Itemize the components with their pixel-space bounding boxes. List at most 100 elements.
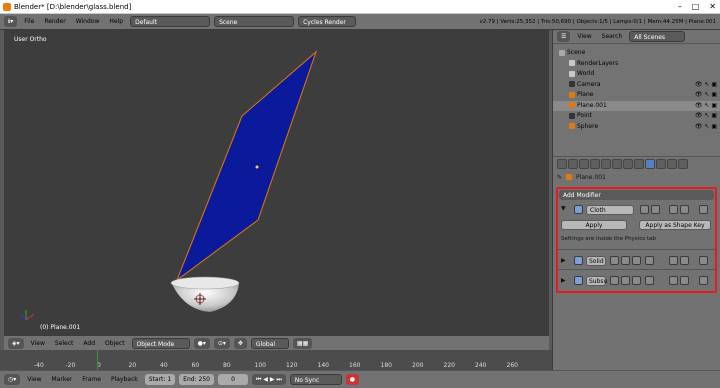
cage-toggle-icon[interactable] bbox=[645, 276, 654, 285]
pivot-select[interactable]: ⊙▾ bbox=[213, 337, 230, 349]
properties-tab-icon[interactable] bbox=[645, 158, 655, 169]
outliner-item[interactable]: Plane 👁 ↖ ▣ bbox=[553, 90, 720, 101]
add-modifier-button[interactable]: Add Modifier bbox=[559, 190, 714, 200]
menu-window[interactable]: Window bbox=[73, 18, 103, 25]
apply-shape-key-button[interactable]: Apply as Shape Key bbox=[639, 220, 711, 230]
cloth-icon bbox=[574, 205, 583, 214]
shading-select[interactable]: ●▾ bbox=[193, 337, 210, 349]
subsurf-name-field[interactable]: Subsu bbox=[586, 276, 607, 286]
properties-tab-icon[interactable] bbox=[667, 158, 677, 169]
close-button[interactable]: ✕ bbox=[709, 0, 716, 14]
visibility-icons[interactable]: 👁 ↖ ▣ bbox=[695, 80, 717, 91]
menu-object[interactable]: Object bbox=[102, 340, 128, 347]
playback-controls[interactable]: ⏮ ◀ ▶ ⏭ bbox=[251, 374, 286, 385]
move-down-icon[interactable] bbox=[680, 256, 689, 265]
properties-tab-icon[interactable] bbox=[568, 158, 578, 169]
render-toggle-icon[interactable] bbox=[640, 205, 649, 214]
outliner-item-label: Scene bbox=[567, 49, 586, 56]
properties-tab-icon[interactable] bbox=[601, 158, 611, 169]
visibility-icons[interactable]: 👁 ↖ ▣ bbox=[695, 101, 717, 112]
minimize-button[interactable]: – bbox=[678, 0, 682, 14]
render-toggle-icon[interactable] bbox=[610, 256, 619, 265]
collapse-icon[interactable]: ▼ bbox=[561, 205, 566, 212]
current-frame-field[interactable]: 0 bbox=[217, 374, 248, 385]
layers-widget[interactable]: ▦▦ bbox=[292, 337, 313, 349]
outliner-item[interactable]: Sphere 👁 ↖ ▣ bbox=[553, 122, 720, 133]
scene-select[interactable]: Scene bbox=[214, 16, 295, 27]
menu-render[interactable]: Render bbox=[41, 18, 68, 25]
timeline-tick-label: 260 bbox=[506, 362, 518, 369]
move-down-icon[interactable] bbox=[680, 276, 689, 285]
solidify-name-field[interactable]: Solid bbox=[586, 256, 606, 266]
menu-marker[interactable]: Marker bbox=[49, 376, 76, 383]
menu-view[interactable]: View bbox=[24, 376, 44, 383]
edit-mode-toggle-icon[interactable] bbox=[632, 276, 641, 285]
cage-toggle-icon[interactable] bbox=[645, 256, 654, 265]
remove-icon[interactable] bbox=[699, 205, 708, 214]
outliner-item[interactable]: Plane.001 👁 ↖ ▣ bbox=[553, 100, 720, 112]
expand-icon[interactable]: ▶ bbox=[561, 277, 566, 284]
timeline-tick-label: 220 bbox=[443, 362, 455, 369]
viewport-toggle-icon[interactable] bbox=[621, 256, 630, 265]
apply-button[interactable]: Apply bbox=[561, 220, 627, 230]
move-up-icon[interactable] bbox=[669, 276, 678, 285]
edit-mode-toggle-icon[interactable] bbox=[632, 256, 641, 265]
visibility-icons[interactable]: 👁 ↖ ▣ bbox=[695, 90, 717, 101]
properties-tab-icon[interactable] bbox=[612, 158, 622, 169]
maximize-button[interactable]: □ bbox=[692, 0, 700, 14]
outliner-item[interactable]: Camera 👁 ↖ ▣ bbox=[553, 80, 720, 91]
outliner-tree[interactable]: Scene RenderLayers World Camera 👁 ↖ ▣ Plane 👁 … bbox=[553, 44, 720, 156]
menu-view[interactable]: View bbox=[28, 340, 48, 347]
editor-type-button[interactable]: ◈▾ bbox=[8, 337, 24, 349]
display-mode-select[interactable]: All Scenes bbox=[629, 31, 686, 42]
layout-select[interactable]: Default bbox=[130, 16, 211, 27]
menu-file[interactable]: File bbox=[21, 18, 37, 25]
orientation-select[interactable]: Global bbox=[250, 337, 289, 349]
expand-icon[interactable]: ▶ bbox=[561, 257, 566, 264]
outliner-item[interactable]: Point 👁 ↖ ▣ bbox=[553, 111, 720, 122]
menu-help[interactable]: Help bbox=[106, 18, 126, 25]
remove-icon[interactable] bbox=[699, 256, 708, 265]
menu-select[interactable]: Select bbox=[52, 340, 77, 347]
visibility-icons[interactable]: 👁 ↖ ▣ bbox=[695, 111, 717, 122]
end-field[interactable]: End: 250 bbox=[179, 374, 214, 385]
editor-type-button[interactable]: ℹ▾ bbox=[4, 16, 18, 27]
editor-type-button[interactable]: ☰ bbox=[557, 31, 571, 42]
outliner-item[interactable]: World bbox=[553, 69, 720, 80]
properties-tab-icon[interactable] bbox=[656, 158, 666, 169]
3d-viewport[interactable]: User Ortho (0) Plane.001 bbox=[4, 30, 549, 336]
record-button[interactable]: ● bbox=[345, 374, 359, 385]
render-engine-select[interactable]: Cycles Render bbox=[298, 16, 357, 27]
menu-playback[interactable]: Playback bbox=[108, 376, 141, 383]
properties-tab-icon[interactable] bbox=[678, 158, 688, 169]
render-toggle-icon[interactable] bbox=[610, 276, 619, 285]
manipulator-toggle[interactable]: ✥ bbox=[233, 337, 247, 349]
current-frame-line[interactable] bbox=[97, 350, 98, 370]
viewport-toggle-icon[interactable] bbox=[621, 276, 630, 285]
timeline[interactable]: -40 -20 0 20 40 60 80 100 120 140 160 180 200 220 240 2… bbox=[0, 350, 552, 370]
menu-search[interactable]: Search bbox=[599, 33, 626, 40]
menu-frame[interactable]: Frame bbox=[79, 376, 104, 383]
properties-tab-icon[interactable] bbox=[634, 158, 644, 169]
start-field[interactable]: Start: 1 bbox=[144, 374, 176, 385]
move-up-icon[interactable] bbox=[669, 205, 678, 214]
move-up-icon[interactable] bbox=[669, 256, 678, 265]
sync-select[interactable]: No Sync bbox=[289, 374, 342, 385]
visibility-icons[interactable]: 👁 ↖ ▣ bbox=[695, 122, 717, 133]
cloth-name-field[interactable]: Cloth bbox=[586, 205, 634, 215]
remove-icon[interactable] bbox=[699, 276, 708, 285]
viewport-toggle-icon[interactable] bbox=[651, 205, 660, 214]
properties-tab-icon[interactable] bbox=[579, 158, 589, 169]
outliner-item[interactable]: Scene bbox=[553, 48, 720, 59]
move-down-icon[interactable] bbox=[680, 205, 689, 214]
pin-icon[interactable]: ✎ bbox=[557, 174, 562, 181]
outliner-item[interactable]: RenderLayers bbox=[553, 59, 720, 70]
editor-type-button[interactable]: ◷▾ bbox=[4, 374, 21, 385]
mode-select[interactable]: Object Mode bbox=[131, 337, 190, 349]
outliner-item-label: RenderLayers bbox=[577, 59, 619, 67]
properties-tab-icon[interactable] bbox=[557, 158, 567, 169]
properties-tab-icon[interactable] bbox=[623, 158, 633, 169]
menu-view[interactable]: View bbox=[574, 33, 594, 40]
properties-tab-icon[interactable] bbox=[590, 158, 600, 169]
menu-add[interactable]: Add bbox=[80, 340, 98, 347]
